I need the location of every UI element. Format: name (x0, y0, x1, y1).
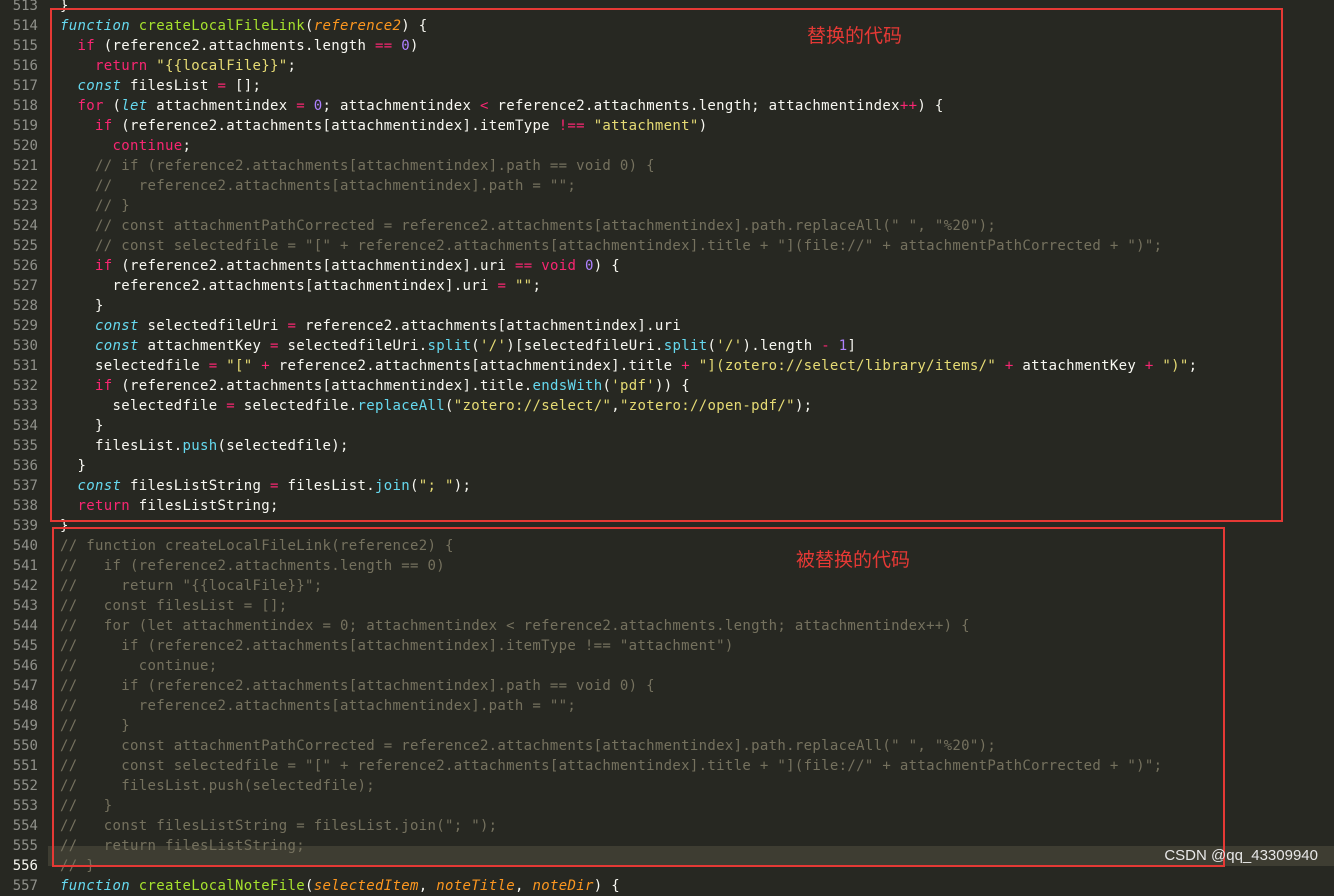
line-number: 541 (12, 558, 38, 574)
line-number: 533 (12, 398, 38, 414)
line-number: 555 (12, 838, 38, 854)
line-number: 516 (12, 58, 38, 74)
line-number: 557 (12, 878, 38, 894)
line-number: 520 (12, 138, 38, 154)
line-number: 531 (12, 358, 38, 374)
line-number: 527 (12, 278, 38, 294)
line-number: 529 (12, 318, 38, 334)
replaced-code-box (52, 527, 1225, 867)
line-number: 543 (12, 598, 38, 614)
line-number: 536 (12, 458, 38, 474)
line-number: 549 (12, 718, 38, 734)
line-number: 519 (12, 118, 38, 134)
line-number: 528 (12, 298, 38, 314)
line-number: 535 (12, 438, 38, 454)
replacement-code-label: 替换的代码 (807, 25, 903, 47)
line-number: 524 (12, 218, 38, 234)
line-number: 515 (12, 38, 38, 54)
line-number: 518 (12, 98, 38, 114)
line-number: 517 (12, 78, 38, 94)
line-number: 545 (12, 638, 38, 654)
line-number: 521 (12, 158, 38, 174)
line-number: 522 (12, 178, 38, 194)
line-number: 525 (12, 238, 38, 254)
line-number: 514 (12, 18, 38, 34)
line-number: 537 (12, 478, 38, 494)
line-number: 540 (12, 538, 38, 554)
replacement-code-box (50, 8, 1283, 522)
line-number: 534 (12, 418, 38, 434)
line-number: 546 (12, 658, 38, 674)
line-number: 523 (12, 198, 38, 214)
replaced-code-label: 被替换的代码 (796, 549, 911, 571)
line-number-gutter: 513 514 515 516 517 518 519 520 521 522 523 524 525 5… (0, 0, 48, 894)
code-line[interactable]: function createLocalNoteFile(selectedIte… (60, 876, 620, 896)
line-number: 542 (12, 578, 38, 594)
line-number: 526 (12, 258, 38, 274)
line-number: 538 (12, 498, 38, 514)
line-number: 544 (12, 618, 38, 634)
line-number: 550 (12, 738, 38, 754)
line-number: 532 (12, 378, 38, 394)
line-number: 539 (12, 518, 38, 534)
line-number: 547 (12, 678, 38, 694)
watermark: CSDN @qq_43309940 (1164, 847, 1318, 864)
code-editor[interactable]: 513 514 515 516 517 518 519 520 521 522 523 524 525 5… (0, 0, 1334, 894)
line-number: 554 (12, 818, 38, 834)
line-number: 551 (12, 758, 38, 774)
line-number: 556 (12, 858, 38, 874)
line-number: 553 (12, 798, 38, 814)
line-number: 552 (12, 778, 38, 794)
line-number: 548 (12, 698, 38, 714)
line-number: 530 (12, 338, 38, 354)
line-number: 513 (12, 0, 38, 14)
